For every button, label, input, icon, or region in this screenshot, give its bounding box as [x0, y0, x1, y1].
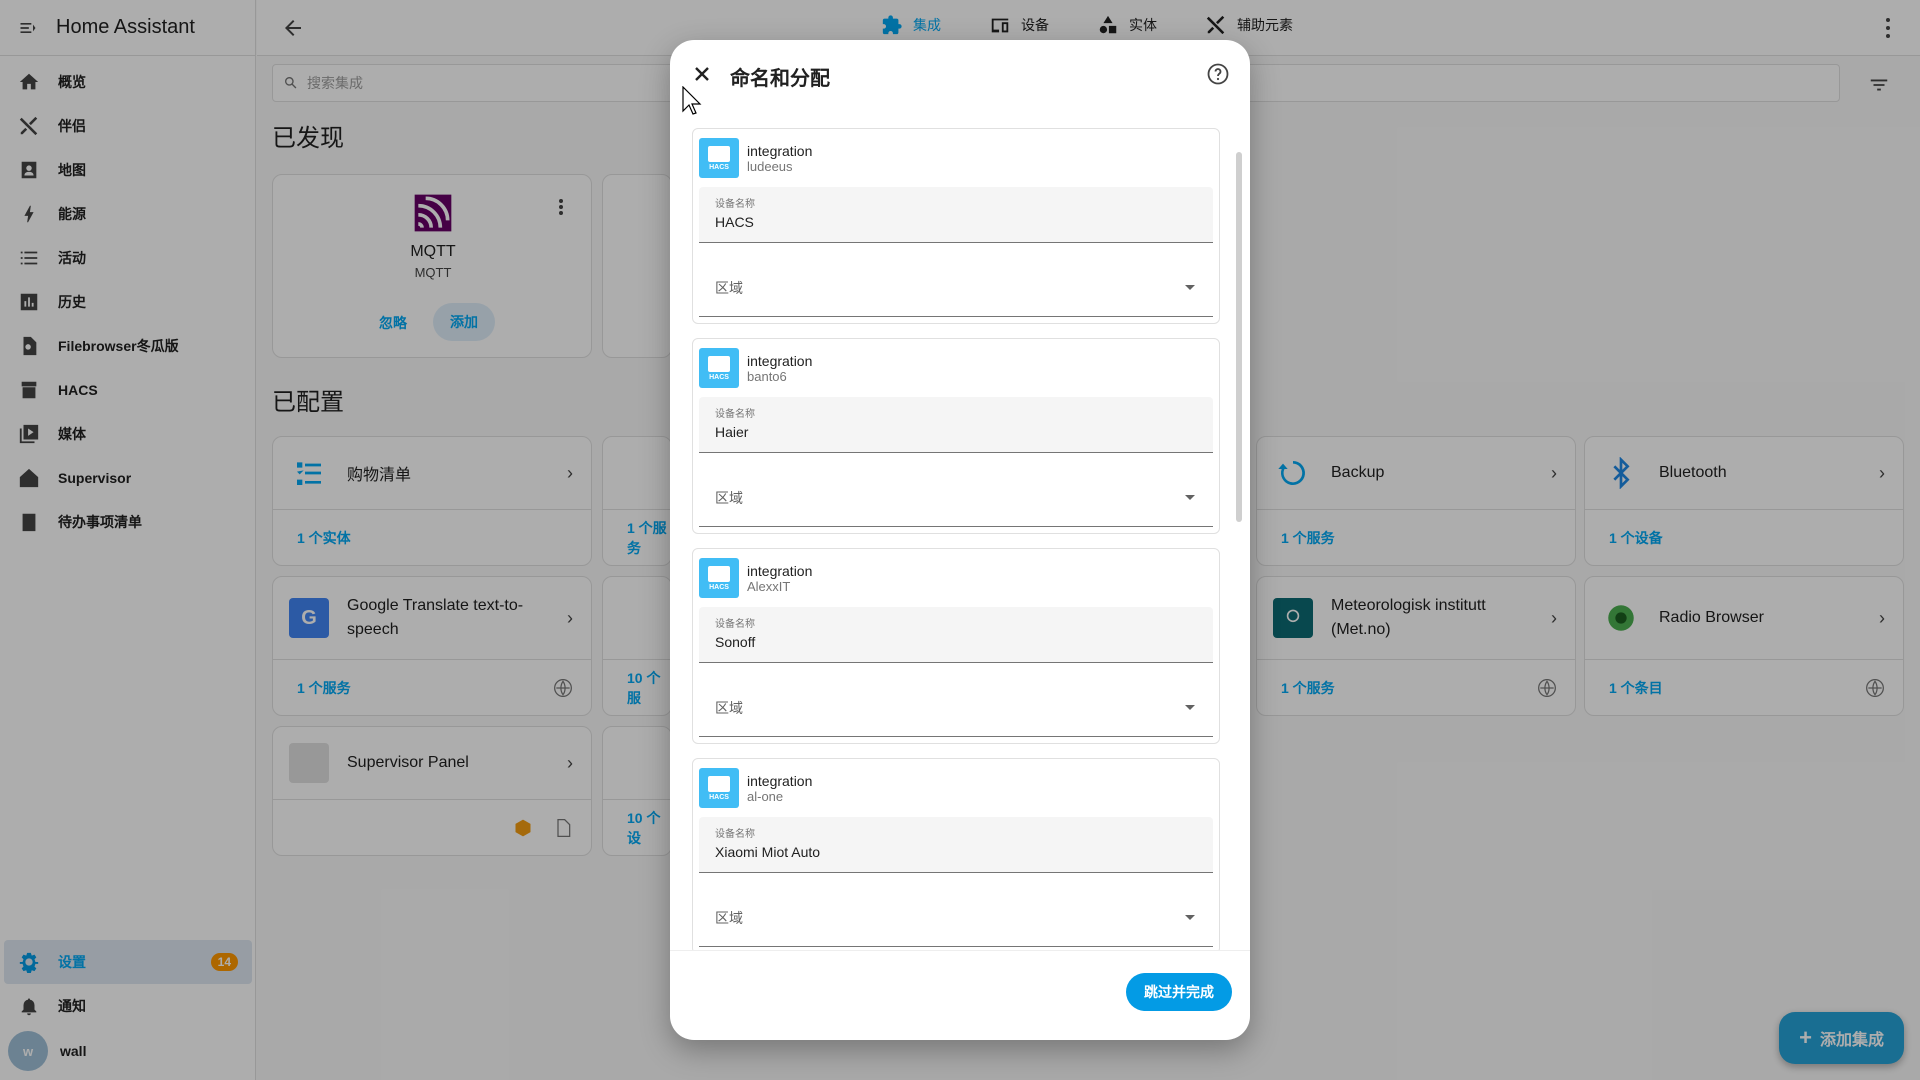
dropdown-arrow-icon — [1185, 705, 1195, 710]
mouse-cursor-icon — [682, 86, 702, 115]
close-icon[interactable] — [690, 62, 714, 86]
dialog-body: HACS integration ludeeus 设备名称 HACS 区域 HACS i… — [692, 128, 1220, 950]
area-select[interactable]: 区域 — [699, 889, 1213, 947]
help-icon[interactable] — [1206, 62, 1230, 86]
hacs-icon: HACS — [699, 768, 739, 808]
dropdown-arrow-icon — [1185, 495, 1195, 500]
device-entry: HACS integration AlexxIT 设备名称 Sonoff 区域 — [692, 548, 1220, 744]
area-select[interactable]: 区域 — [699, 259, 1213, 317]
device-name-field[interactable]: 设备名称 Sonoff — [699, 607, 1213, 663]
area-select[interactable]: 区域 — [699, 469, 1213, 527]
area-select[interactable]: 区域 — [699, 679, 1213, 737]
device-entry: HACS integration al-one 设备名称 Xiaomi Miot Au… — [692, 758, 1220, 950]
dropdown-arrow-icon — [1185, 915, 1195, 920]
device-name-field[interactable]: 设备名称 Haier — [699, 397, 1213, 453]
device-name-field[interactable]: 设备名称 Xiaomi Miot Auto — [699, 817, 1213, 873]
dialog-scrollbar[interactable] — [1236, 152, 1242, 522]
hacs-icon: HACS — [699, 348, 739, 388]
name-and-assign-dialog: 命名和分配 HACS integration ludeeus 设备名称 HACS 区域… — [670, 40, 1250, 1040]
dialog-title: 命名和分配 — [730, 68, 830, 90]
skip-and-finish-button[interactable]: 跳过并完成 — [1126, 973, 1232, 1011]
device-entry: HACS integration ludeeus 设备名称 HACS 区域 — [692, 128, 1220, 324]
dropdown-arrow-icon — [1185, 285, 1195, 290]
device-name-field[interactable]: 设备名称 HACS — [699, 187, 1213, 243]
dialog-header: 命名和分配 — [670, 40, 1250, 112]
hacs-icon: HACS — [699, 558, 739, 598]
dialog-footer: 跳过并完成 — [670, 950, 1250, 1040]
device-entry: HACS integration banto6 设备名称 Haier 区域 — [692, 338, 1220, 534]
hacs-icon: HACS — [699, 138, 739, 178]
